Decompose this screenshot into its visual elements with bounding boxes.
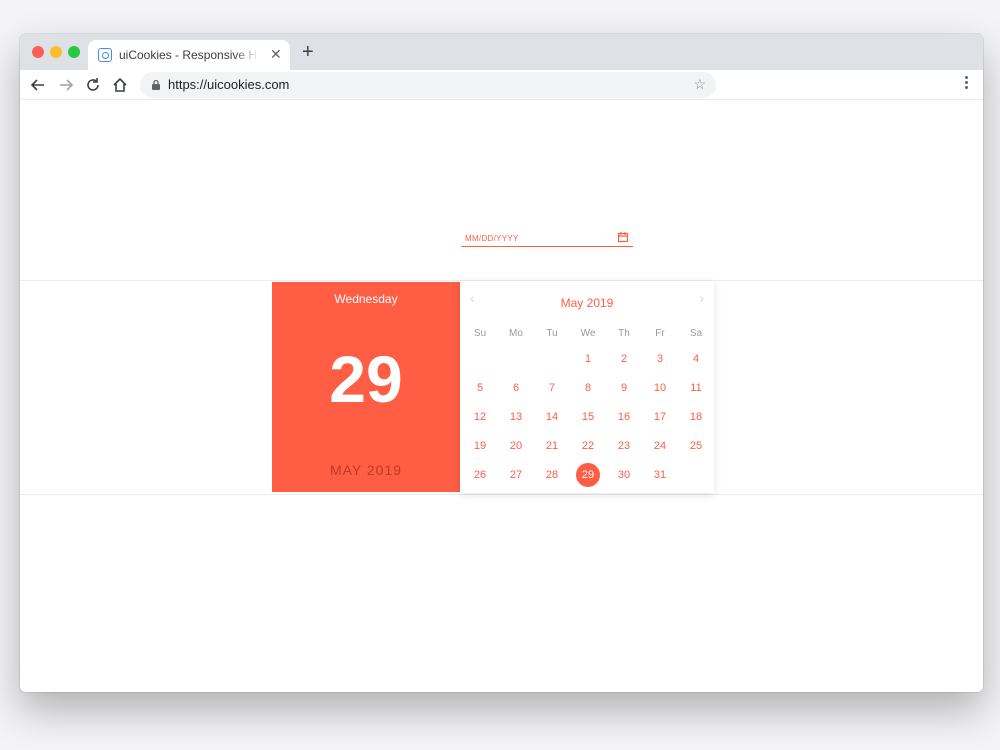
weekday-label: Fr	[655, 328, 665, 339]
calendar-day[interactable]: 12	[462, 405, 498, 429]
calendar-week: 26 27 28 29 30 31	[462, 463, 714, 487]
calendar-day[interactable]: 31	[642, 463, 678, 487]
address-bar[interactable]: https://uicookies.com ☆	[140, 72, 716, 98]
calendar-day[interactable]: 13	[498, 405, 534, 429]
reload-icon[interactable]	[83, 75, 103, 95]
calendar-day[interactable]: 1	[570, 347, 606, 371]
calendar-day[interactable]: 22	[570, 434, 606, 458]
calendar-week: 1 2 3 4	[462, 347, 714, 371]
calendar-day[interactable]: 17	[642, 405, 678, 429]
calendar-day[interactable]: 20	[498, 434, 534, 458]
divider-line	[20, 494, 983, 495]
tab-strip: uiCookies - Responsive HTML ✕ +	[20, 34, 983, 70]
weekday-label: Tu	[546, 328, 558, 339]
weekday-label: We	[580, 328, 596, 339]
weekday-label: Th	[618, 328, 630, 339]
forward-icon[interactable]	[56, 75, 76, 95]
home-icon[interactable]	[110, 75, 130, 95]
calendar-day[interactable]: 23	[606, 434, 642, 458]
tab-title: uiCookies - Responsive HTML	[119, 48, 259, 62]
calendar-week: 5 6 7 8 9 10 11	[462, 376, 714, 400]
empty-cell	[534, 347, 570, 371]
url-text: https://uicookies.com	[168, 77, 290, 92]
calendar-day[interactable]: 15	[570, 405, 606, 429]
browser-toolbar: https://uicookies.com ☆	[20, 70, 983, 100]
bookmark-star-icon[interactable]: ☆	[693, 76, 706, 93]
calendar-day[interactable]: 25	[678, 434, 714, 458]
calendar-day[interactable]: 30	[606, 463, 642, 487]
weekday-header: Su Mo Tu We Th Fr Sa	[462, 328, 714, 339]
empty-cell	[462, 347, 498, 371]
calendar-day[interactable]: 24	[642, 434, 678, 458]
calendar-day[interactable]: 9	[606, 376, 642, 400]
weekday-label: Mo	[509, 328, 523, 339]
calendar-week: 19 20 21 22 23 24 25	[462, 434, 714, 458]
calendar-day[interactable]: 27	[498, 463, 534, 487]
uicookies-favicon-icon	[98, 48, 112, 62]
maximize-window-button[interactable]	[68, 46, 80, 58]
calendar-month-title: May 2019	[560, 296, 614, 310]
calendar-icon[interactable]	[617, 231, 629, 243]
calendar-day[interactable]: 28	[534, 463, 570, 487]
selected-weekday: Wednesday	[334, 292, 398, 306]
calendar-day[interactable]: 21	[534, 434, 570, 458]
calendar-day[interactable]: 2	[606, 347, 642, 371]
calendar-week: 12 13 14 15 16 17 18	[462, 405, 714, 429]
selected-day-number: 29	[329, 342, 403, 416]
selected-month-year: MAY 2019	[329, 462, 403, 478]
back-icon[interactable]	[28, 75, 48, 95]
calendar-day[interactable]: 7	[534, 376, 570, 400]
lock-icon	[152, 79, 160, 90]
close-window-button[interactable]	[32, 46, 44, 58]
calendar-day[interactable]: 5	[462, 376, 498, 400]
calendar-day[interactable]: 3	[642, 347, 678, 371]
calendar-day[interactable]: 11	[678, 376, 714, 400]
selected-day-label: 29	[581, 469, 595, 481]
weekday-label: Sa	[689, 328, 703, 339]
calendar-popup: ‹ › May 2019 Su Mo Tu We Th Fr Sa 1 2 3 …	[460, 281, 714, 493]
date-input[interactable]: MM/DD/YYYY	[461, 231, 633, 247]
empty-cell	[678, 463, 714, 487]
date-input-placeholder: MM/DD/YYYY	[465, 234, 519, 243]
browser-menu-icon[interactable]	[965, 76, 969, 91]
weekday-label: Su	[473, 328, 487, 339]
browser-tab[interactable]: uiCookies - Responsive HTML ✕	[88, 40, 290, 70]
minimize-window-button[interactable]	[50, 46, 62, 58]
tab-close-icon[interactable]: ✕	[270, 46, 282, 62]
page-content: MM/DD/YYYY Wednesday 29 MAY 2019 ‹ › May…	[20, 101, 983, 692]
calendar-day[interactable]: 16	[606, 405, 642, 429]
selected-date-panel: Wednesday 29 MAY 2019	[272, 282, 460, 492]
calendar-day[interactable]: 4	[678, 347, 714, 371]
calendar-day[interactable]: 8	[570, 376, 606, 400]
calendar-day[interactable]: 14	[534, 405, 570, 429]
calendar-day[interactable]: 26	[462, 463, 498, 487]
calendar-day[interactable]: 18	[678, 405, 714, 429]
calendar-day[interactable]: 10	[642, 376, 678, 400]
new-tab-icon[interactable]: +	[302, 42, 314, 62]
calendar-day-selected[interactable]: 29	[570, 463, 606, 487]
browser-window: uiCookies - Responsive HTML ✕ + https://…	[20, 34, 983, 692]
calendar-day[interactable]: 6	[498, 376, 534, 400]
empty-cell	[498, 347, 534, 371]
calendar-day[interactable]: 19	[462, 434, 498, 458]
